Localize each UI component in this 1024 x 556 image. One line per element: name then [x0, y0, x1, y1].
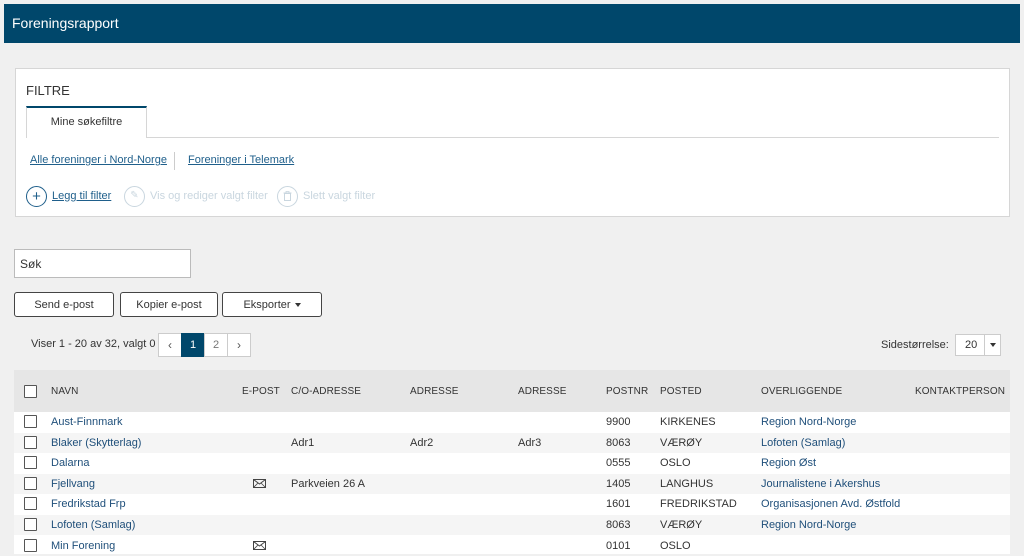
row-checkbox[interactable] [24, 476, 37, 490]
row-checkbox[interactable] [24, 538, 37, 552]
add-filter-label: Legg til filter [52, 190, 112, 202]
caret-down-icon [294, 302, 301, 307]
app-header: Foreningsrapport [4, 4, 1020, 43]
row-checkbox[interactable] [24, 497, 37, 511]
add-filter-button[interactable]: + Legg til filter [26, 185, 111, 207]
search-input[interactable] [14, 249, 191, 278]
row-posted: LANGHUS [660, 477, 714, 490]
page-2-button[interactable]: 2 [204, 333, 228, 357]
paging-info: Viser 1 - 20 av 32, valgt 0 [31, 338, 156, 350]
pencil-icon: ✎ [124, 185, 145, 207]
filters-panel: FILTRE Mine søkefiltre Alle foreninger i… [15, 68, 1010, 217]
table-row[interactable]: Blaker (Skytterlag) Adr1 Adr2 Adr3 8063 … [14, 432, 1010, 453]
trash-icon [277, 185, 298, 207]
table-row[interactable]: Min Forening 0101 OSLO [14, 536, 1010, 556]
row-co-adresse: Parkveien 26 A [291, 477, 365, 490]
col-co-adresse[interactable]: C/O-ADRESSE [291, 386, 361, 397]
next-page-button[interactable]: › [227, 333, 251, 357]
table-row[interactable]: Aust-Finnmark 9900 KIRKENES Region Nord-… [14, 412, 1010, 432]
row-postnr: 9900 [606, 416, 631, 428]
row-checkbox[interactable] [24, 518, 37, 531]
app-title: Foreningsrapport [12, 15, 119, 31]
envelope-icon[interactable] [253, 540, 266, 550]
row-overliggende[interactable]: Organisasjonen Avd. Østfold [761, 498, 900, 510]
table-row[interactable]: Dalarna 0555 OSLO Region Øst [14, 453, 1010, 473]
row-navn[interactable]: Fjellvang [51, 478, 95, 490]
row-postnr: 0101 [606, 539, 631, 552]
row-checkbox[interactable] [24, 435, 37, 449]
row-posted: VÆRØY [660, 519, 703, 531]
row-postnr: 1405 [606, 477, 631, 490]
row-overliggende[interactable]: Region Nord-Norge [761, 519, 856, 531]
row-postnr: 8063 [606, 436, 631, 449]
row-postnr: 1601 [606, 498, 631, 511]
col-postnr[interactable]: POSTNR [606, 386, 648, 397]
row-checkbox[interactable] [24, 415, 37, 428]
page-size-label: Sidestørrelse: [881, 339, 949, 351]
filter-separator [174, 152, 175, 170]
row-posted: VÆRØY [660, 436, 703, 449]
row-navn[interactable]: Blaker (Skytterlag) [51, 437, 141, 449]
row-checkbox[interactable] [24, 456, 37, 470]
row-navn[interactable]: Lofoten (Samlag) [51, 519, 135, 531]
row-overliggende[interactable]: Lofoten (Samlag) [761, 437, 845, 449]
select-all-checkbox[interactable] [24, 385, 37, 398]
saved-filter-nord-norge[interactable]: Alle foreninger i Nord-Norge [30, 154, 167, 166]
table-row[interactable]: Fjellvang Parkveien 26 A 1405 LANGHUS Jo… [14, 473, 1010, 494]
send-email-button[interactable]: Send e-post [14, 292, 114, 317]
envelope-icon[interactable] [253, 478, 266, 488]
col-epost[interactable]: E-POST [242, 386, 280, 397]
row-overliggende[interactable]: Region Nord-Norge [761, 416, 856, 428]
page-1-button[interactable]: 1 [181, 333, 205, 357]
prev-page-button[interactable]: ‹ [158, 333, 182, 357]
tab-divider [26, 137, 999, 138]
delete-filter-label: Slett valgt filter [303, 190, 376, 202]
table-header: NAVN E-POST C/O-ADRESSE ADRESSE ADRESSE … [14, 370, 1010, 412]
filters-title: FILTRE [26, 83, 70, 98]
row-posted: FREDRIKSTAD [660, 498, 737, 511]
col-overliggende[interactable]: OVERLIGGENDE [761, 386, 842, 397]
delete-filter-button[interactable]: Slett valgt filter [277, 185, 375, 207]
export-label: Eksporter [243, 298, 291, 311]
edit-filter-label: Vis og rediger valgt filter [150, 190, 268, 202]
table-row[interactable]: Lofoten (Samlag) 8063 VÆRØY Region Nord-… [14, 515, 1010, 535]
plus-icon: + [26, 185, 47, 207]
col-navn[interactable]: NAVN [51, 386, 78, 397]
page-size-value: 20 [965, 339, 978, 351]
row-overliggende[interactable]: Region Øst [761, 457, 816, 469]
export-dropdown-button[interactable]: Eksporter [222, 292, 322, 317]
copy-email-button[interactable]: Kopier e-post [120, 292, 218, 317]
row-navn[interactable]: Dalarna [51, 457, 90, 469]
col-adresse-1[interactable]: ADRESSE [410, 386, 459, 397]
tab-my-filters[interactable]: Mine søkefiltre [26, 106, 147, 138]
pagination: ‹ 1 2 › [158, 333, 251, 357]
row-navn[interactable]: Aust-Finnmark [51, 416, 123, 428]
row-posted: OSLO [660, 457, 691, 470]
row-adresse-1: Adr2 [410, 436, 434, 449]
row-co-adresse: Adr1 [291, 436, 315, 449]
copy-email-label: Kopier e-post [136, 298, 202, 311]
col-kontaktperson[interactable]: KONTAKTPERSON [915, 386, 1005, 397]
row-navn[interactable]: Fredrikstad Frp [51, 498, 126, 510]
row-postnr: 8063 [606, 519, 631, 531]
table-row[interactable]: Fredrikstad Frp 1601 FREDRIKSTAD Organis… [14, 494, 1010, 514]
row-posted: OSLO [660, 539, 691, 552]
row-postnr: 0555 [606, 457, 631, 470]
row-overliggende[interactable]: Journalistene i Akershus [761, 478, 880, 490]
row-posted: KIRKENES [660, 416, 716, 428]
page-size-select[interactable]: 20 [955, 334, 1001, 356]
results-table: NAVN E-POST C/O-ADRESSE ADRESSE ADRESSE … [14, 370, 1010, 554]
col-posted[interactable]: POSTED [660, 386, 702, 397]
row-adresse-2: Adr3 [518, 436, 542, 449]
send-email-label: Send e-post [34, 298, 94, 311]
row-navn[interactable]: Min Forening [51, 540, 115, 552]
col-adresse-2[interactable]: ADRESSE [518, 386, 567, 397]
dropdown-toggle[interactable] [984, 335, 1000, 355]
caret-down-icon [989, 343, 996, 347]
edit-filter-button[interactable]: ✎ Vis og rediger valgt filter [124, 185, 268, 207]
saved-filter-telemark[interactable]: Foreninger i Telemark [188, 154, 294, 166]
